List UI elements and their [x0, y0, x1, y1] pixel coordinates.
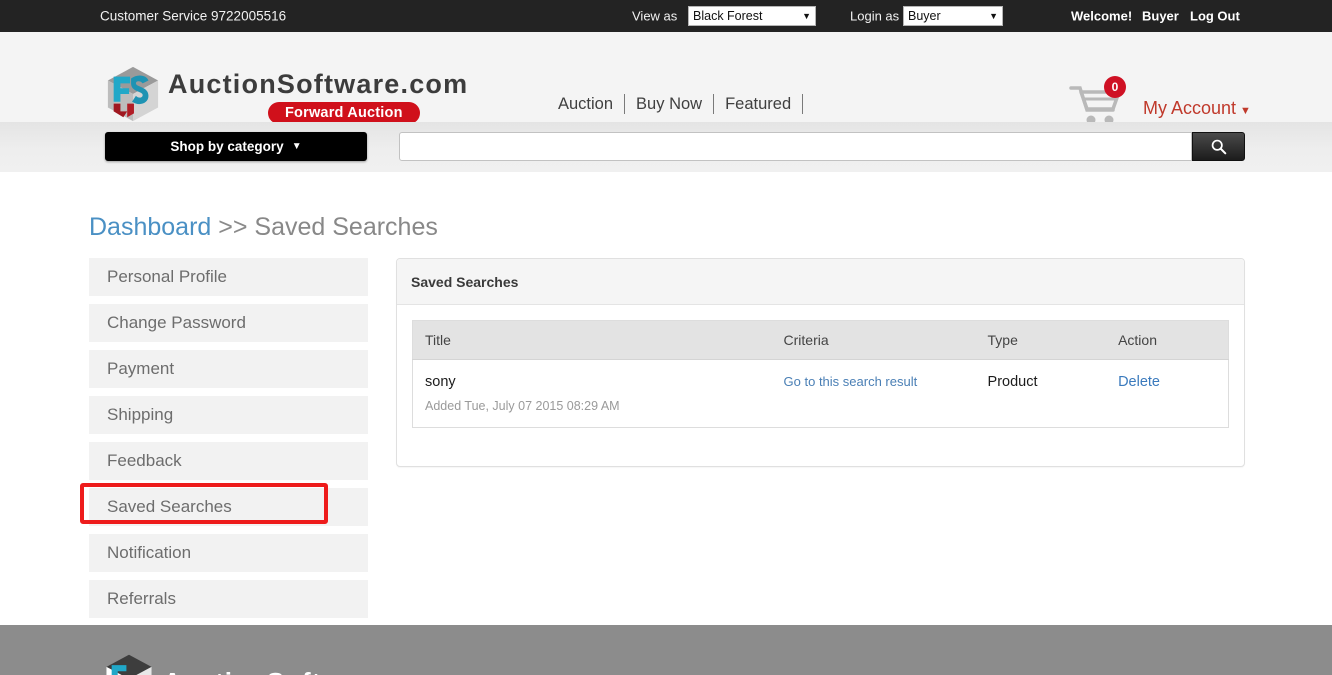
cart-count-badge: 0	[1104, 76, 1126, 98]
welcome-text: Welcome!	[1071, 8, 1133, 24]
login-as-value: Buyer	[908, 8, 941, 23]
chevron-down-icon: ▼	[1240, 105, 1251, 117]
breadcrumb-current: Saved Searches	[254, 213, 438, 241]
sidebar-item-label: Personal Profile	[107, 267, 228, 286]
footer-logo[interactable]: AuctionSoftware.com	[103, 653, 449, 675]
table-header-row: Title Criteria Type Action	[412, 320, 1229, 360]
search-icon	[1211, 139, 1227, 155]
cell-criteria: Go to this search result	[772, 360, 976, 428]
masthead: AuctionSoftware.com Forward Auction Auct…	[0, 32, 1332, 125]
sidebar-item-label: Referrals	[107, 589, 176, 608]
saved-search-title: sony	[425, 374, 456, 390]
cell-title: sony Added Tue, July 07 2015 08:29 AM	[413, 360, 772, 428]
column-header-type: Type	[975, 320, 1107, 360]
nav-divider	[802, 94, 804, 114]
sidebar-item-feedback[interactable]: Feedback	[89, 442, 368, 480]
site-logo[interactable]: AuctionSoftware.com Forward Auction	[104, 66, 469, 124]
cell-action: Delete	[1106, 360, 1228, 428]
sidebar-item-label: Notification	[107, 543, 192, 562]
auctionsoftware-hex-logo-icon	[104, 65, 162, 123]
shop-by-category-button[interactable]: Shop by category ▼	[105, 132, 367, 161]
my-account-menu[interactable]: My Account ▼	[1143, 98, 1251, 119]
main-navigation: Auction Buy Now Featured	[558, 94, 804, 114]
chevron-down-icon: ▼	[291, 141, 302, 152]
panel-body: Title Criteria Type Action sony Added Tu…	[397, 305, 1244, 443]
go-to-search-result-link[interactable]: Go to this search result	[784, 374, 918, 389]
saved-search-type: Product	[987, 374, 1038, 390]
cell-type: Product	[976, 360, 1107, 428]
footer: AuctionSoftware.com Home About Us Buyers…	[0, 625, 1332, 675]
sidebar-item-label: Saved Searches	[107, 497, 232, 516]
username-text: Buyer	[1142, 8, 1179, 24]
account-sidebar: Personal Profile Change Password Payment…	[89, 258, 368, 626]
footer-brand-name: AuctionSoftware.com	[163, 667, 449, 675]
sidebar-item-payment[interactable]: Payment	[89, 350, 368, 388]
shop-by-category-label: Shop by category	[170, 139, 284, 154]
utility-bar: Customer Service 9722005516 View as Blac…	[0, 0, 1332, 32]
search-button[interactable]	[1192, 132, 1245, 161]
sidebar-item-shipping[interactable]: Shipping	[89, 396, 368, 434]
cart-button[interactable]: 0	[1069, 76, 1126, 126]
table-row: sony Added Tue, July 07 2015 08:29 AM Go…	[413, 360, 1229, 428]
column-header-action: Action	[1106, 320, 1229, 360]
sidebar-item-change-password[interactable]: Change Password	[89, 304, 368, 342]
saved-searches-table: Title Criteria Type Action sony Added Tu…	[412, 320, 1229, 428]
brand-name: AuctionSoftware.com	[168, 69, 469, 99]
delete-link[interactable]: Delete	[1118, 374, 1160, 390]
sidebar-item-saved-searches[interactable]: Saved Searches	[89, 488, 368, 526]
breadcrumb-dashboard-link[interactable]: Dashboard	[89, 213, 211, 241]
sidebar-item-label: Shipping	[107, 405, 174, 424]
panel-title: Saved Searches	[397, 259, 1244, 305]
nav-item-featured[interactable]: Featured	[714, 95, 802, 114]
nav-item-auction[interactable]: Auction	[558, 95, 624, 114]
login-as-label: Login as	[850, 8, 900, 24]
breadcrumb: Dashboard >> Saved Searches	[89, 213, 438, 242]
sidebar-item-referrals[interactable]: Referrals	[89, 580, 368, 618]
login-as-select[interactable]: Buyer ▼	[903, 6, 1003, 26]
view-as-value: Black Forest	[693, 8, 763, 23]
brand-tagline: Forward Auction	[268, 102, 420, 124]
chevron-down-icon: ▼	[802, 11, 811, 21]
chevron-down-icon: ▼	[989, 11, 998, 21]
column-header-title: Title	[412, 320, 772, 360]
view-as-select[interactable]: Black Forest ▼	[688, 6, 816, 26]
my-account-label: My Account	[1143, 98, 1237, 118]
sidebar-item-personal-profile[interactable]: Personal Profile	[89, 258, 368, 296]
nav-item-buy-now[interactable]: Buy Now	[625, 95, 713, 114]
saved-searches-panel: Saved Searches Title Criteria Type Actio…	[396, 258, 1245, 467]
column-header-criteria: Criteria	[771, 320, 976, 360]
sidebar-item-label: Change Password	[107, 313, 246, 332]
breadcrumb-separator: >>	[211, 213, 255, 241]
sidebar-item-label: Feedback	[107, 451, 182, 470]
saved-search-added-date: Added Tue, July 07 2015 08:29 AM	[425, 399, 620, 413]
customer-service-text: Customer Service 9722005516	[100, 8, 287, 24]
auctionsoftware-hex-logo-icon	[103, 653, 155, 675]
sidebar-item-notification[interactable]: Notification	[89, 534, 368, 572]
view-as-label: View as	[632, 8, 678, 24]
page-content: Dashboard >> Saved Searches Personal Pro…	[0, 172, 1332, 625]
search-input[interactable]	[399, 132, 1192, 161]
sidebar-item-label: Payment	[107, 359, 175, 378]
logout-link[interactable]: Log Out	[1190, 9, 1240, 24]
